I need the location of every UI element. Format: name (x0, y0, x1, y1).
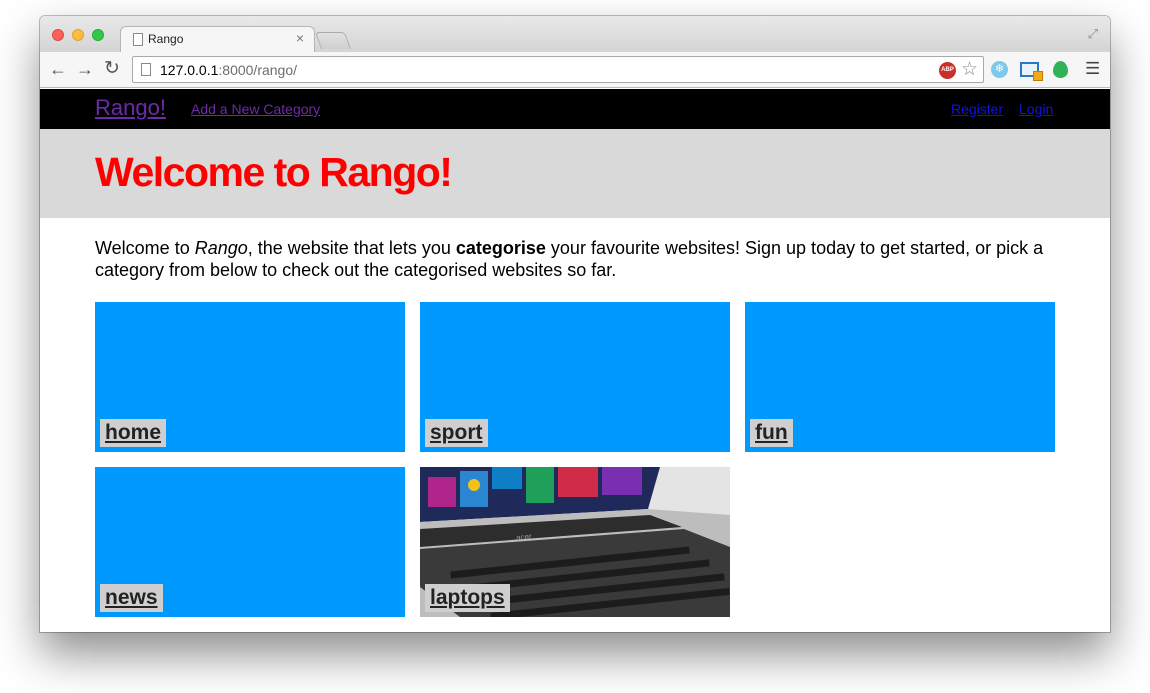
menu-icon[interactable]: ☰ (1085, 59, 1100, 79)
register-link[interactable]: Register (951, 101, 1003, 117)
close-tab-icon[interactable]: × (296, 30, 304, 46)
tab-title: Rango (148, 32, 184, 46)
bookmark-star-icon[interactable]: ☆ (961, 58, 978, 81)
page-icon (141, 63, 151, 76)
hero-banner: Welcome to Rango! (40, 129, 1110, 218)
svg-text:acer: acer (516, 532, 533, 543)
reload-icon[interactable]: ↻ (104, 59, 120, 79)
page-content: Rango! Add a New Category Register Login… (40, 89, 1110, 632)
navbar: Rango! Add a New Category Register Login (40, 89, 1110, 129)
extension-screen-icon[interactable] (1020, 62, 1043, 81)
fullscreen-icon[interactable]: ⤢ (1088, 26, 1098, 42)
category-link-news[interactable]: news (100, 584, 163, 612)
minimize-window-button[interactable] (72, 29, 84, 41)
url-host: 127.0.0.1 (160, 62, 219, 78)
forward-arrow-icon[interactable]: → (76, 59, 94, 79)
extension-snowflake-icon[interactable]: ❄ (991, 61, 1008, 78)
category-link-home[interactable]: home (100, 419, 167, 447)
category-tile-sport[interactable]: sport (420, 302, 730, 452)
new-tab-button[interactable] (314, 32, 352, 49)
extension-leaf-icon[interactable] (1053, 61, 1068, 78)
page-icon (133, 33, 143, 46)
intro-text: Welcome to Rango, the website that lets … (95, 237, 1060, 281)
browser-toolbar: ← → ↻ 127.0.0.1:8000/rango/ ABP ☆ ❄ ☰ (40, 52, 1110, 88)
brand-link[interactable]: Rango! (95, 95, 166, 121)
intro-categorise: categorise (455, 238, 546, 258)
zoom-window-button[interactable] (92, 29, 104, 41)
tab-rango[interactable]: Rango × (120, 26, 315, 52)
address-bar[interactable]: 127.0.0.1:8000/rango/ ABP ☆ (132, 56, 984, 83)
category-tile-laptops[interactable]: acer laptops (420, 467, 730, 617)
category-tile-fun[interactable]: fun (745, 302, 1055, 452)
category-link-sport[interactable]: sport (425, 419, 488, 447)
login-link[interactable]: Login (1019, 101, 1053, 117)
adblock-icon[interactable]: ABP (939, 62, 956, 79)
category-tile-news[interactable]: news (95, 467, 405, 617)
close-window-button[interactable] (52, 29, 64, 41)
add-category-link[interactable]: Add a New Category (191, 101, 320, 117)
url-path: :8000/rango/ (218, 62, 298, 78)
intro-rango: Rango (194, 238, 248, 258)
intro-prefix: Welcome to (95, 238, 195, 258)
tab-strip: Rango × ⤢ (40, 16, 1110, 52)
intro-middle: , the website that lets you (247, 238, 456, 258)
back-arrow-icon[interactable]: ← (49, 59, 67, 79)
category-link-laptops[interactable]: laptops (425, 584, 510, 612)
category-tile-home[interactable]: home (95, 302, 405, 452)
category-link-fun[interactable]: fun (750, 419, 793, 447)
browser-window: Rango × ⤢ ← → ↻ 127.0.0.1:8000/rango/ AB… (40, 16, 1110, 632)
url-text[interactable]: 127.0.0.1:8000/rango/ (160, 62, 297, 78)
page-title: Welcome to Rango! (95, 149, 453, 195)
